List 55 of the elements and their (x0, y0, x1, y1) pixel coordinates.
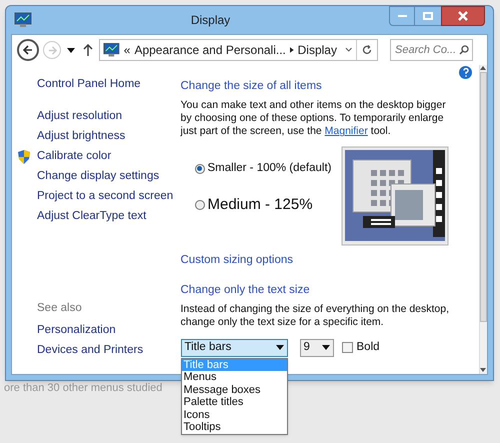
refresh-icon (362, 45, 372, 55)
task-link[interactable]: Adjust brightness (37, 129, 126, 144)
description-text: Instead of changing the size of everything on the desktop, change only the text size for a specific item. (180, 302, 450, 329)
monitor-icon (103, 42, 120, 58)
dropdown-option[interactable]: Menus (182, 371, 286, 384)
bold-checkbox[interactable] (342, 342, 352, 354)
breadcrumb-overflow: « (124, 42, 130, 59)
see-also-heading: See also (37, 301, 83, 316)
bold-label: Bold (356, 340, 380, 356)
shield-icon (17, 148, 31, 165)
item-dropdown[interactable]: Title bars (180, 338, 288, 357)
dropdown-option[interactable]: Palette titles (182, 396, 286, 409)
chevron-down-icon (344, 47, 352, 53)
font-size-dropdown[interactable]: 9 (300, 338, 334, 357)
section-heading: Change only the text size (180, 282, 311, 298)
breadcrumb-item[interactable]: Appearance and Personali... (134, 41, 286, 59)
dropdown-option[interactable]: Tooltips (182, 421, 286, 434)
minimize-button[interactable] (389, 6, 415, 26)
custom-sizing-link[interactable]: Custom sizing options (180, 252, 293, 270)
magnifier-link[interactable]: Magnifier (324, 125, 368, 138)
dropdown-option[interactable]: Message boxes (182, 384, 286, 396)
monitor-icon (14, 12, 32, 28)
up-button[interactable] (81, 44, 95, 56)
window-title: Display (190, 12, 230, 29)
back-button[interactable] (17, 39, 39, 61)
search-field[interactable]: Search Co... (390, 39, 473, 61)
search-icon (459, 45, 469, 55)
breadcrumb-item[interactable]: Display (298, 41, 337, 59)
up-arrow-icon (83, 44, 93, 56)
size-option-radio[interactable]: Medium - 125% (194, 194, 340, 216)
task-link[interactable]: Project to a second screen (37, 189, 174, 204)
size-option-radio[interactable]: Smaller - 100% (default) (194, 160, 340, 178)
close-button[interactable] (441, 6, 485, 26)
dropdown-option[interactable]: Icons (182, 408, 286, 422)
description-text: You can make text and other items on the desktop bigger by choosing one of these options. To temporarily enlarge just part of the screen, use the Magnifier tool. (180, 99, 447, 138)
caret-icon (276, 345, 284, 350)
see-also-link[interactable]: Personalization (37, 322, 174, 338)
recent-pages-button[interactable] (65, 48, 77, 52)
task-link[interactable]: Change display settings (37, 169, 160, 184)
task-link[interactable]: Adjust resolution (37, 109, 122, 124)
see-also-link[interactable]: Devices and Printers (37, 342, 174, 358)
address-bar[interactable]: « Appearance and Personali... Display (99, 39, 378, 61)
section-heading: Change the size of all items (180, 79, 323, 94)
control-panel-home-link[interactable]: Control Panel Home (37, 76, 174, 94)
maximize-button[interactable] (415, 6, 441, 26)
back-arrow-icon (23, 45, 33, 55)
close-icon (458, 11, 468, 21)
task-link[interactable]: Adjust ClearType text (37, 209, 146, 224)
chevron-icon (290, 47, 294, 53)
task-link[interactable]: Calibrate color (37, 149, 112, 164)
background-text: ore than 30 other menus studied (4, 382, 162, 394)
scroll-down-icon (480, 368, 486, 372)
caret-icon (67, 48, 75, 52)
forward-arrow-icon (48, 46, 56, 54)
caret-icon (322, 345, 330, 350)
